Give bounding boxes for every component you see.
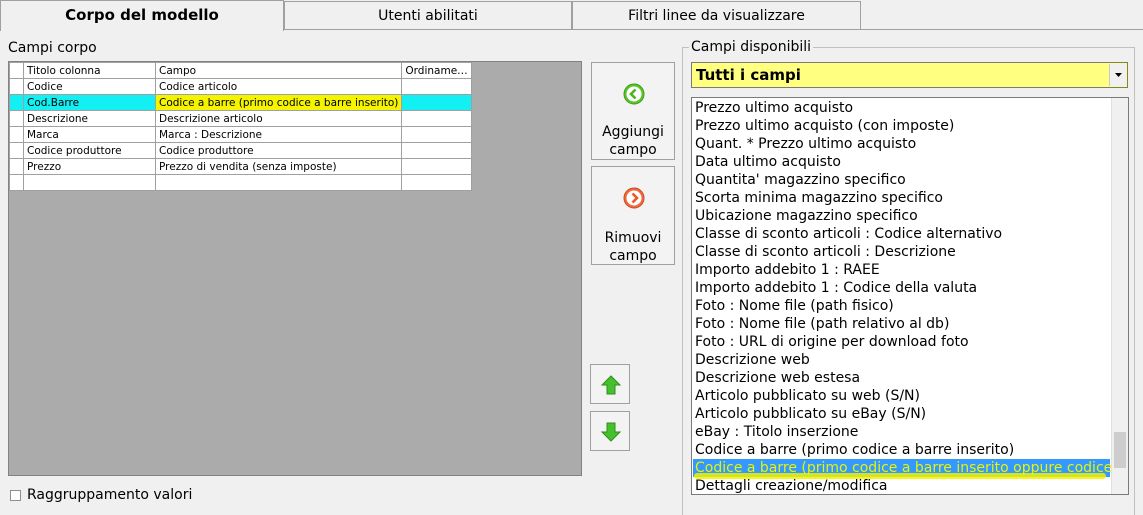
list-item[interactable]: Articolo pubblicato su eBay (S/N) [695, 405, 926, 423]
cell-campo[interactable]: Prezzo di vendita (senza imposte) [154, 158, 403, 175]
list-item[interactable]: Dettagli creazione/modifica [695, 477, 888, 494]
list-item[interactable]: Classe di sconto articoli : Codice alter… [695, 225, 1002, 243]
cell-titolo[interactable]: Prezzo [23, 158, 156, 175]
cell-titolo[interactable]: Descrizione [23, 110, 156, 127]
list-item[interactable]: Importo addebito 1 : Codice della valuta [695, 279, 977, 297]
cell-campo-highlighted[interactable]: Codice a barre (primo codice a barre ins… [154, 94, 403, 111]
list-scrollbar[interactable] [1111, 98, 1128, 494]
add-field-button[interactable]: Aggiungi campo [591, 62, 675, 160]
table-row[interactable]: Codice produttore Codice produttore [9, 142, 472, 159]
cell-ordinamento[interactable] [401, 158, 472, 175]
tab-utenti-abilitati[interactable]: Utenti abilitati [284, 1, 572, 30]
table-row-new[interactable] [9, 174, 472, 191]
arrow-up-icon [600, 375, 622, 395]
list-item[interactable]: Prezzo ultimo acquisto (con imposte) [695, 117, 954, 135]
row-header-corner [9, 62, 24, 79]
row-header[interactable] [9, 110, 24, 127]
dropdown-button[interactable] [1109, 64, 1126, 86]
tab-strip: Corpo del modello Utenti abilitati Filtr… [0, 0, 1143, 31]
list-item[interactable]: Quant. * Prezzo ultimo acquisto [695, 135, 916, 153]
cell-titolo[interactable] [23, 174, 156, 191]
table-row[interactable]: Marca Marca : Descrizione [9, 126, 472, 143]
arrow-down-icon [600, 422, 622, 442]
column-header-campo[interactable]: Campo [154, 62, 403, 79]
remove-field-label-2: campo [609, 248, 657, 264]
list-item[interactable]: Codice a barre (primo codice a barre ins… [695, 441, 1014, 459]
table-header-row: Titolo colonna Campo Ordiname… [9, 62, 472, 79]
fields-table: Titolo colonna Campo Ordiname… Codice Co… [9, 62, 472, 191]
list-item[interactable]: Foto : Nome file (path fisico) [695, 297, 894, 315]
list-item[interactable]: Scorta minima magazzino specifico [695, 189, 943, 207]
move-up-button[interactable] [590, 364, 630, 404]
cell-campo[interactable]: Codice produttore [154, 142, 403, 159]
cell-titolo[interactable]: Cod.Barre [23, 94, 156, 111]
row-header[interactable] [9, 94, 24, 111]
raggruppamento-checkbox[interactable] [10, 490, 21, 501]
add-field-label-2: campo [609, 142, 657, 158]
row-header[interactable] [9, 126, 24, 143]
list-item[interactable]: Ubicazione magazzino specifico [695, 207, 918, 225]
row-header[interactable] [9, 142, 24, 159]
cell-ordinamento[interactable] [401, 142, 472, 159]
list-item[interactable]: Data ultimo acquisto [695, 153, 841, 171]
move-down-button[interactable] [590, 411, 630, 451]
cell-ordinamento[interactable] [401, 126, 472, 143]
chevron-down-icon [1115, 73, 1122, 77]
cell-ordinamento[interactable] [401, 174, 472, 191]
table-row[interactable]: Descrizione Descrizione articolo [9, 110, 472, 127]
available-fields-list[interactable]: Prezzo ultimo acquisto Prezzo ultimo acq… [691, 97, 1129, 495]
cell-campo[interactable] [154, 174, 403, 191]
cell-ordinamento[interactable] [401, 110, 472, 127]
list-item[interactable]: Articolo pubblicato su web (S/N) [695, 387, 920, 405]
tab-corpo-del-modello[interactable]: Corpo del modello [0, 0, 284, 31]
campi-corpo-label: Campi corpo [8, 40, 97, 56]
raggruppamento-label: Raggruppamento valori [27, 487, 193, 503]
cell-campo[interactable]: Marca : Descrizione [154, 126, 403, 143]
row-header[interactable] [9, 78, 24, 95]
arrow-left-green-icon [623, 83, 645, 105]
list-item[interactable]: Foto : Nome file (path relativo al db) [695, 315, 949, 333]
cell-ordinamento[interactable] [401, 94, 472, 111]
add-field-label-1: Aggiungi [602, 124, 664, 140]
cell-campo[interactable]: Descrizione articolo [154, 110, 403, 127]
table-row-selected[interactable]: Cod.Barre Codice a barre (primo codice a… [9, 94, 472, 111]
cell-titolo[interactable]: Codice [23, 78, 156, 95]
remove-field-label-1: Rimuovi [604, 230, 662, 246]
list-item[interactable]: Classe di sconto articoli : Descrizione [695, 243, 956, 261]
list-item[interactable]: Quantita' magazzino specifico [695, 171, 906, 189]
list-item[interactable]: Importo addebito 1 : RAEE [695, 261, 880, 279]
list-item[interactable]: Descrizione web estesa [695, 369, 860, 387]
list-item[interactable]: eBay : Titolo inserzione [695, 423, 858, 441]
cell-titolo[interactable]: Marca [23, 126, 156, 143]
list-item[interactable]: Prezzo ultimo acquisto [695, 99, 853, 117]
list-item[interactable]: Foto : URL di origine per download foto [695, 333, 969, 351]
table-row[interactable]: Prezzo Prezzo di vendita (senza imposte) [9, 158, 472, 175]
row-header[interactable] [9, 158, 24, 175]
arrow-right-orange-icon [623, 187, 645, 209]
field-category-value: Tutti i campi [696, 66, 801, 84]
scrollbar-thumb[interactable] [1114, 432, 1126, 468]
campi-corpo-grid[interactable]: Titolo colonna Campo Ordiname… Codice Co… [8, 61, 582, 476]
remove-field-button[interactable]: Rimuovi campo [591, 166, 675, 265]
campi-disponibili-label: Campi disponibili [689, 39, 814, 55]
cell-campo[interactable]: Codice articolo [154, 78, 403, 95]
list-item[interactable]: Descrizione web [695, 351, 810, 369]
tab-filtri-linee[interactable]: Filtri linee da visualizzare [572, 1, 861, 30]
row-header[interactable] [9, 174, 24, 191]
column-header-ordinamento[interactable]: Ordiname… [401, 62, 472, 79]
cell-titolo[interactable]: Codice produttore [23, 142, 156, 159]
column-header-titolo[interactable]: Titolo colonna [23, 62, 156, 79]
cell-ordinamento[interactable] [401, 78, 472, 95]
field-category-select[interactable]: Tutti i campi [691, 62, 1128, 88]
table-row[interactable]: Codice Codice articolo [9, 78, 472, 95]
